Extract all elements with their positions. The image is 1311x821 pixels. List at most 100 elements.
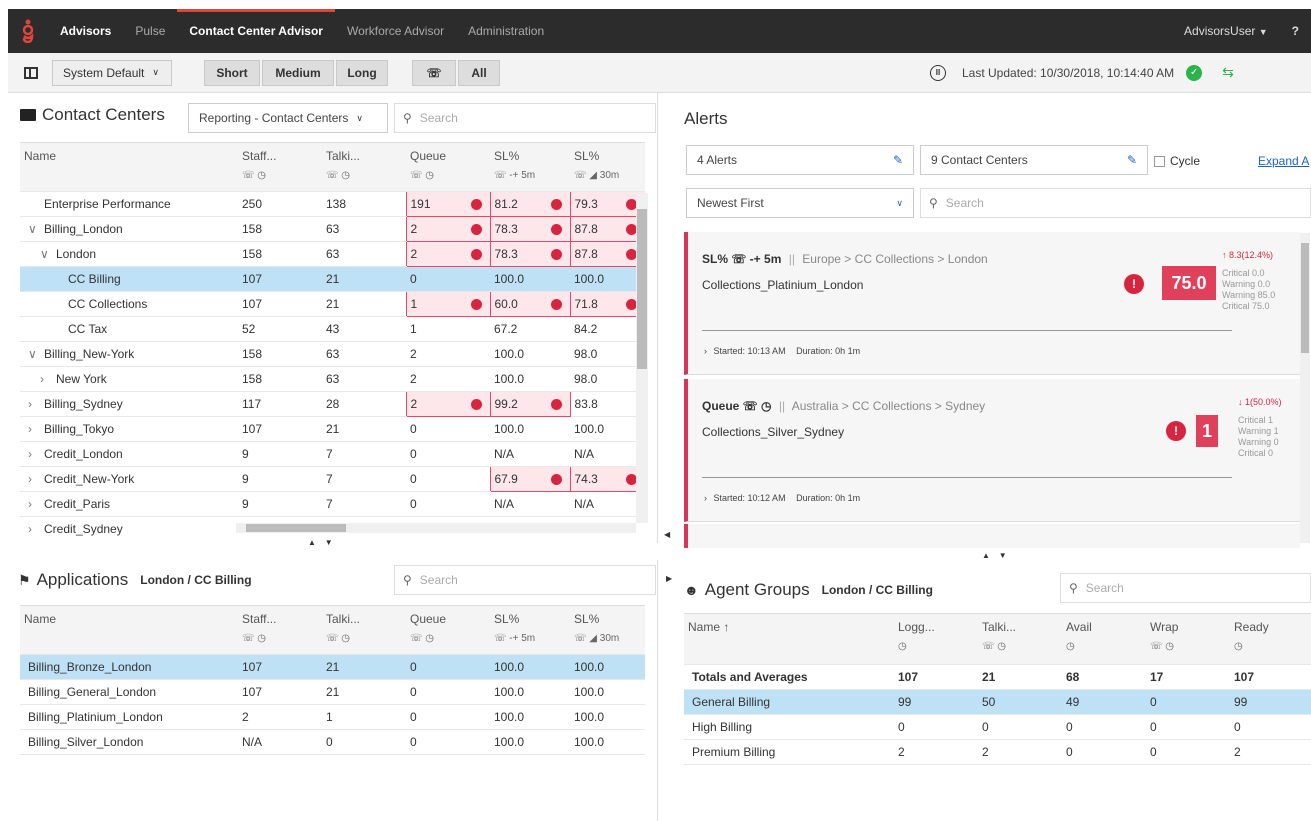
expand-chevron-icon[interactable]: › xyxy=(28,497,44,511)
table-row[interactable]: › Credit_New-York 9 7 0 67.9 74.3 xyxy=(20,465,645,492)
genesys-logo[interactable] xyxy=(8,19,48,43)
col-header-talking[interactable]: Talki... ☏ ◷ xyxy=(322,143,406,192)
col-header-name[interactable]: Name xyxy=(20,606,238,655)
table-row[interactable]: Billing_Platinium_London 2 1 0 100.0 100.0 xyxy=(20,704,645,730)
help-button[interactable]: ? xyxy=(1292,24,1299,38)
col-header-logged[interactable]: Logg... ◷ xyxy=(894,614,978,665)
table-row[interactable]: › Credit_London 9 7 0 N/A N/A xyxy=(20,441,645,467)
check-circle-icon: ✓ xyxy=(1186,64,1203,81)
expand-chevron-icon[interactable]: › xyxy=(40,372,56,386)
col-header-staffed[interactable]: Staff... ☏ ◷ xyxy=(238,606,322,655)
expand-chevron-icon[interactable]: › xyxy=(28,422,44,436)
col-header-sl-30m[interactable]: SL% ☏ ◢ 30m xyxy=(570,143,645,192)
cc-horizontal-scrollbar[interactable] xyxy=(236,523,636,533)
alerts-centers-field[interactable]: 9 Contact Centers ✎ xyxy=(920,145,1148,175)
medium-button[interactable]: Medium xyxy=(262,59,334,86)
col-header-avail[interactable]: Avail ◷ xyxy=(1062,614,1146,665)
expand-chevron-icon[interactable]: ∨ xyxy=(28,347,44,361)
swap-icon[interactable]: ⇆ xyxy=(1222,64,1234,81)
table-row[interactable]: › New York 158 63 2 100.0 98.0 xyxy=(20,366,645,392)
col-header-queue[interactable]: Queue ☏ ◷ xyxy=(406,606,490,655)
expand-chevron-icon[interactable]: ∨ xyxy=(40,247,56,261)
table-row[interactable]: Billing_General_London 107 21 0 100.0 100.0 xyxy=(20,679,645,705)
cc-hscroll-thumb[interactable] xyxy=(246,524,346,532)
nav-pulse[interactable]: Pulse xyxy=(123,9,177,53)
layout-select[interactable]: System Default ∨ xyxy=(52,59,172,86)
nav-administration[interactable]: Administration xyxy=(456,9,556,53)
all-filter-button[interactable]: All xyxy=(458,59,500,86)
user-menu[interactable]: AdvisorsUser ▼ xyxy=(1184,24,1268,38)
expand-right-icon[interactable]: ▶ xyxy=(666,574,672,583)
expand-chevron-icon[interactable]: › xyxy=(28,522,44,536)
alerts-vertical-scrollbar[interactable] xyxy=(1300,233,1310,543)
table-row[interactable]: High Billing 0 0 0 0 0 xyxy=(684,714,1311,740)
alerts-search-input[interactable]: ⚲ Search xyxy=(920,188,1311,218)
alerts-count-field[interactable]: 4 Alerts ✎ xyxy=(686,145,914,175)
col-header-name[interactable]: Name ↑ xyxy=(684,614,894,665)
table-row[interactable]: › Billing_Sydney 117 28 2 99.2 83.8 xyxy=(20,390,645,417)
pane-resize-handle[interactable]: ▲ ▼ xyxy=(308,538,333,547)
table-row[interactable]: › Credit_Paris 9 7 0 N/A N/A xyxy=(20,491,645,517)
nav-workforce-advisor[interactable]: Workforce Advisor xyxy=(335,9,456,53)
sort-select[interactable]: Newest First ∨ xyxy=(686,188,914,218)
pencil-icon[interactable]: ✎ xyxy=(893,153,903,167)
expand-chevron-icon[interactable]: ∨ xyxy=(28,222,44,236)
pane-resize-handle[interactable]: ▲ ▼ xyxy=(982,551,1007,560)
expand-chevron-icon[interactable]: › xyxy=(28,397,44,411)
collapse-left-icon[interactable]: ◀ xyxy=(664,530,670,539)
expand-chevron-icon[interactable]: › xyxy=(28,447,44,461)
col-header-staffed[interactable]: Staff... ☏ ◷ xyxy=(238,143,322,192)
col-header-sl-5m[interactable]: SL% ☏ -+ 5m xyxy=(490,606,570,655)
alerts-scroll-thumb[interactable] xyxy=(1301,243,1309,353)
cell-queue: 0 xyxy=(406,679,490,705)
expand-chevron-icon[interactable]: › xyxy=(28,472,44,486)
cc-scroll-thumb[interactable] xyxy=(637,209,647,369)
cell-logged: 2 xyxy=(894,739,978,765)
grouping-select[interactable]: Reporting - Contact Centers ∨ xyxy=(188,103,388,133)
agents-search-input[interactable]: ⚲ Search xyxy=(1060,573,1311,603)
col-header-ready[interactable]: Ready ◷ xyxy=(1230,614,1311,665)
col-header-talking[interactable]: Talki... ☏ ◷ xyxy=(978,614,1062,665)
voice-filter-button[interactable]: ☏ xyxy=(412,59,456,86)
col-header-queue[interactable]: Queue ☏ ◷ xyxy=(406,143,490,192)
nav-advisors[interactable]: Advisors xyxy=(48,9,123,53)
pencil-icon[interactable]: ✎ xyxy=(1127,153,1137,167)
expand-all-link[interactable]: Expand A xyxy=(1258,154,1311,168)
pause-icon[interactable]: II xyxy=(930,64,946,81)
apps-search-input[interactable]: ⚲ Search xyxy=(394,565,656,595)
layout-select-value: System Default xyxy=(63,65,145,80)
cycle-checkbox[interactable]: Cycle xyxy=(1154,154,1200,168)
cell-queue: 0 xyxy=(406,466,490,492)
columns-icon[interactable] xyxy=(24,66,38,79)
table-row[interactable]: ∨ Billing_New-York 158 63 2 100.0 98.0 xyxy=(20,341,645,367)
nav-contact-center-advisor[interactable]: Contact Center Advisor xyxy=(177,9,335,53)
table-row[interactable]: › Billing_Tokyo 107 21 0 100.0 100.0 xyxy=(20,416,645,442)
col-header-talking[interactable]: Talki... ☏ ◷ xyxy=(322,606,406,655)
cc-search-input[interactable]: ⚲ Search xyxy=(394,103,656,133)
table-row[interactable]: Totals and Averages 107 21 68 17 107 xyxy=(684,664,1311,690)
col-header-sl-30m[interactable]: SL% ☏ ◢ 30m xyxy=(570,606,645,655)
table-row[interactable]: ∨ Billing_London 158 63 2 78.3 87.8 xyxy=(20,215,645,242)
col-header-name[interactable]: Name xyxy=(20,143,238,192)
col-header-wrap[interactable]: Wrap ☏ ◷ xyxy=(1146,614,1230,665)
contact-centers-table-wrap: Name Staff... ☏ ◷ Talki... ☏ ◷ Queue ☏ ◷ SL… xyxy=(20,142,645,537)
table-row[interactable]: Billing_Silver_London N/A 0 0 100.0 100.0 xyxy=(20,729,645,755)
alert-details-toggle[interactable]: › Started: 10:12 AM Duration: 0h 1m xyxy=(704,493,860,503)
table-row[interactable]: CC Collections 107 21 1 60.0 71.8 xyxy=(20,290,645,317)
table-row[interactable]: CC Billing 107 21 0 100.0 100.0 xyxy=(20,266,645,292)
col-header-sl-5m[interactable]: SL% ☏ -+ 5m xyxy=(490,143,570,192)
alert-details-toggle[interactable]: › Started: 10:13 AM Duration: 0h 1m xyxy=(704,346,860,356)
table-row[interactable]: CC Tax 52 43 1 67.2 84.2 xyxy=(20,316,645,342)
alert-card[interactable]: Queue ☏ ◷ || Australia > CC Collections … xyxy=(684,379,1300,522)
cc-vertical-scrollbar[interactable] xyxy=(636,193,648,523)
long-button[interactable]: Long xyxy=(336,59,388,86)
table-row[interactable]: ∨ London 158 63 2 78.3 87.8 xyxy=(20,240,645,267)
table-row[interactable]: Premium Billing 2 2 0 0 2 xyxy=(684,739,1311,765)
table-row[interactable]: Billing_Bronze_London 107 21 0 100.0 100.0 xyxy=(20,654,645,680)
short-button[interactable]: Short xyxy=(204,59,260,86)
table-row[interactable]: General Billing 99 50 49 0 99 xyxy=(684,689,1311,715)
cell-avail: 0 xyxy=(1062,739,1146,765)
table-row[interactable]: Enterprise Performance 250 138 191 81.2 79.3 xyxy=(20,190,645,217)
alert-card[interactable]: SL% ☏ -+ 5m || Europe > CC Collections >… xyxy=(684,232,1300,375)
row-name: Billing_Tokyo xyxy=(44,421,115,436)
